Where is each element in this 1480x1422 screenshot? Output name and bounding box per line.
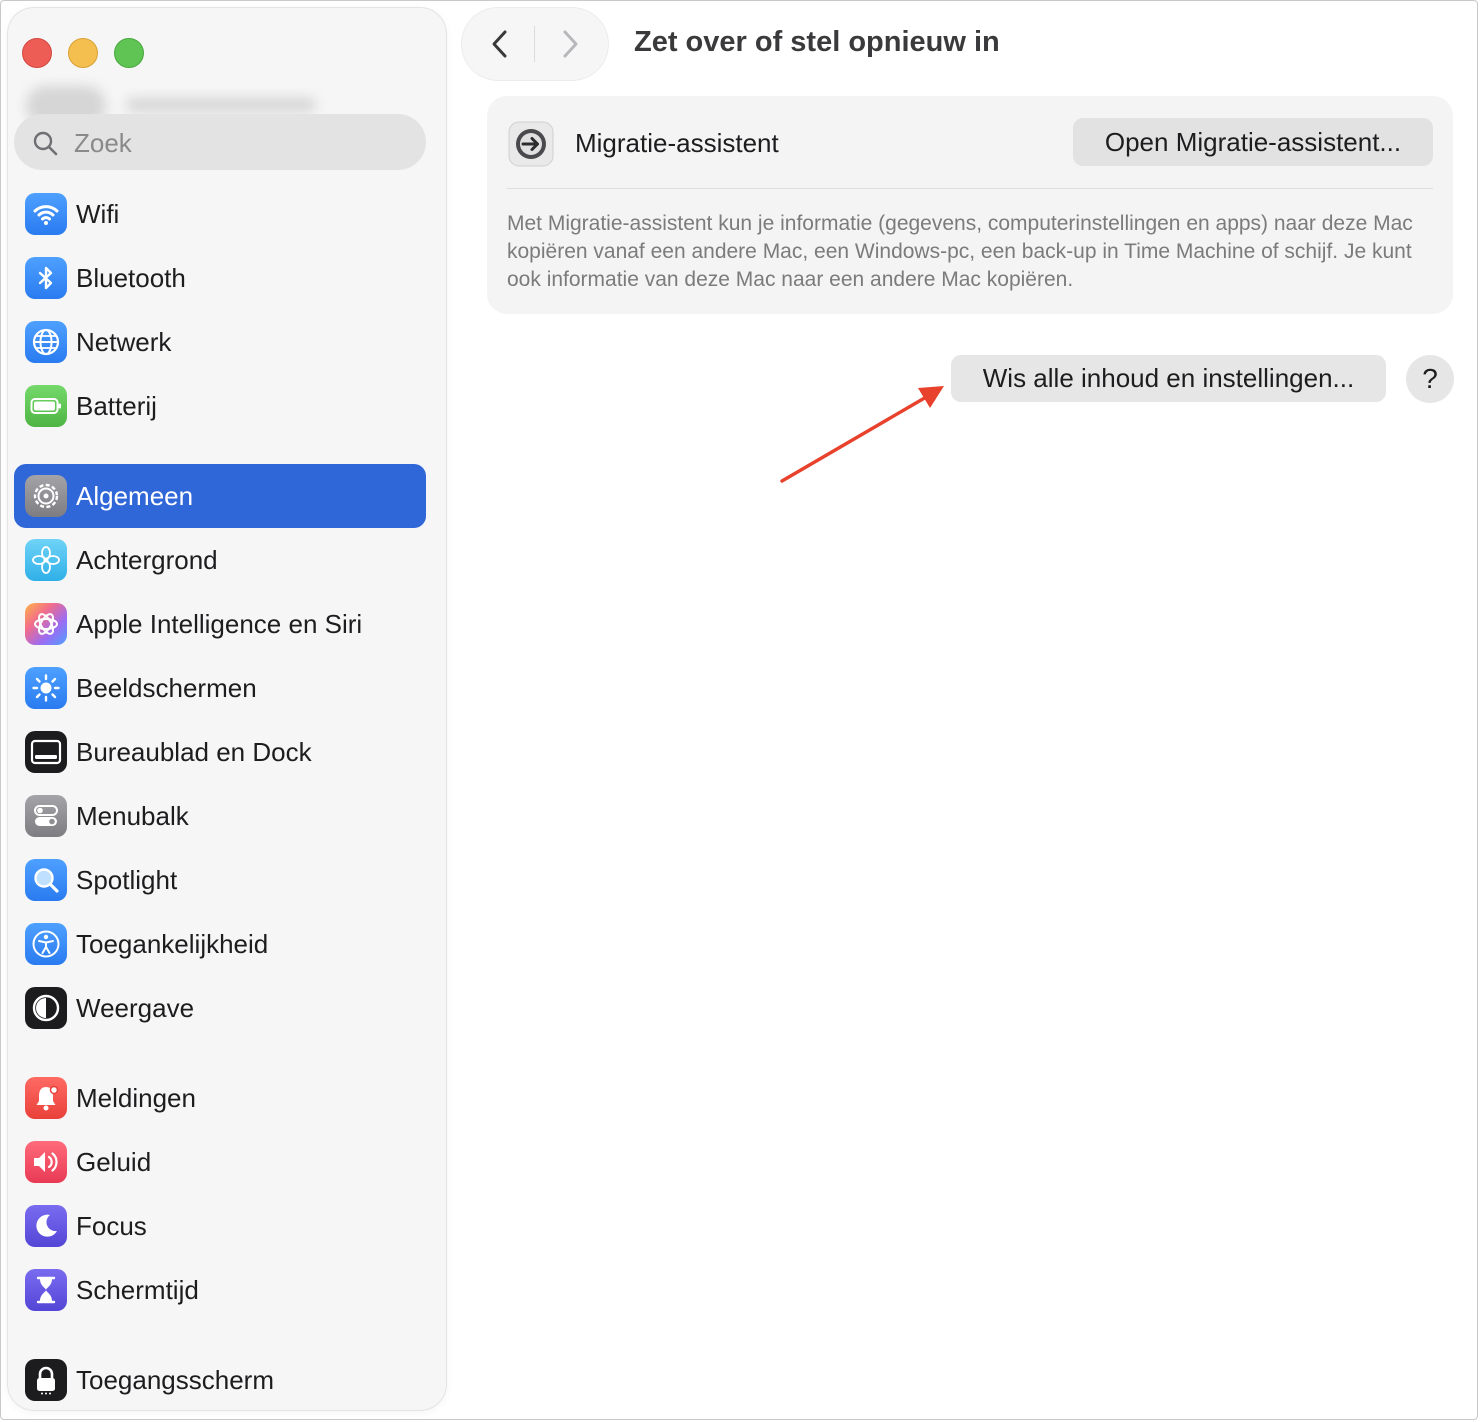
page-title: Zet over of stel opnieuw in: [634, 26, 1000, 58]
battery-icon: [25, 385, 67, 427]
sidebar-item-label: Schermtijd: [76, 1275, 199, 1305]
sidebar-item-beeldschermen[interactable]: Beeldschermen: [14, 656, 426, 720]
back-button[interactable]: [478, 22, 522, 66]
sidebar-item-netwerk[interactable]: Netwerk: [14, 310, 426, 374]
sidebar-item-label: Meldingen: [76, 1083, 196, 1113]
hourglass-icon: [25, 1269, 67, 1311]
search-input[interactable]: [72, 124, 416, 162]
history-navigation: [462, 8, 608, 80]
sidebar-item-apple-intelligence[interactable]: Apple Intelligence en Siri: [14, 592, 426, 656]
sidebar-item-label: Achtergrond: [76, 545, 218, 575]
accessibility-icon: [25, 923, 67, 965]
sidebar-item-label: Weergave: [76, 993, 195, 1023]
globe-icon: [25, 321, 67, 363]
sidebar-item-weergave[interactable]: Weergave: [14, 976, 426, 1040]
moon-icon: [25, 1205, 67, 1247]
sidebar-item-label: Focus: [76, 1211, 147, 1241]
sidebar-item-label: Beeldschermen: [76, 673, 257, 703]
sidebar-item-label: Batterij: [76, 391, 157, 421]
apple-intelligence-icon: [25, 603, 67, 645]
sidebar-item-menubalk[interactable]: Menubalk: [14, 784, 426, 848]
sidebar-item-algemeen[interactable]: Algemeen: [14, 464, 426, 528]
sidebar-item-geluid[interactable]: Geluid: [14, 1130, 426, 1194]
lock-icon: [25, 1359, 67, 1401]
sidebar-item-achtergrond[interactable]: Achtergrond: [14, 528, 426, 592]
sidebar-item-toegangsscherm[interactable]: Toegangsscherm: [14, 1348, 426, 1410]
sidebar-item-focus[interactable]: Focus: [14, 1194, 426, 1258]
appearance-icon: [25, 987, 67, 1029]
migration-card: Migratie-assistent Open Migratie-assiste…: [487, 96, 1453, 314]
sidebar-item-schermtijd[interactable]: Schermtijd: [14, 1258, 426, 1322]
divider: [507, 188, 1433, 189]
sidebar-item-label: Apple Intelligence en Siri: [76, 609, 363, 639]
sidebar-item-toegankelijkheid[interactable]: Toegankelijkheid: [14, 912, 426, 976]
sidebar-item-label: Bureaublad en Dock: [76, 737, 312, 767]
help-button[interactable]: ?: [1406, 355, 1454, 403]
sidebar-item-spotlight[interactable]: Spotlight: [14, 848, 426, 912]
sidebar-item-label: Geluid: [76, 1147, 152, 1177]
sidebar: Wifi Bluetooth Netwerk: [8, 8, 446, 1410]
menubar-icon: [25, 795, 67, 837]
magnifier-icon: [25, 859, 67, 901]
sidebar-item-batterij[interactable]: Batterij: [14, 374, 426, 438]
migration-assistant-icon: [508, 121, 554, 167]
annotation-arrow: [780, 386, 944, 483]
minimize-window-button[interactable]: [68, 38, 98, 68]
sidebar-item-label: Algemeen: [76, 481, 194, 511]
close-window-button[interactable]: [22, 38, 52, 68]
search-field[interactable]: [14, 114, 426, 170]
sidebar-item-label: Toegankelijkheid: [76, 929, 269, 959]
sun-icon: [25, 667, 67, 709]
speaker-icon: [25, 1141, 67, 1183]
erase-all-content-button[interactable]: Wis alle inhoud en instellingen...: [951, 355, 1386, 402]
maximize-window-button[interactable]: [114, 38, 144, 68]
sidebar-item-bureaublad-en-dock[interactable]: Bureaublad en Dock: [14, 720, 426, 784]
migration-title: Migratie-assistent: [575, 128, 779, 158]
forward-button[interactable]: [548, 22, 592, 66]
wifi-icon: [25, 193, 67, 235]
sidebar-item-bluetooth[interactable]: Bluetooth: [14, 246, 426, 310]
migration-description: Met Migratie-assistent kun je informatie…: [507, 212, 1413, 291]
sidebar-item-label: Netwerk: [76, 327, 172, 357]
sidebar-item-label: Menubalk: [76, 801, 189, 831]
search-icon: [33, 131, 58, 156]
sidebar-item-label: Toegangsscherm: [76, 1365, 274, 1395]
sidebar-item-label: Spotlight: [76, 865, 178, 895]
dock-icon: [25, 731, 67, 773]
gear-icon: [25, 475, 67, 517]
sidebar-item-label: Wifi: [76, 199, 120, 229]
sidebar-item-label: Bluetooth: [76, 263, 186, 293]
flower-icon: [25, 539, 67, 581]
bell-icon: [25, 1077, 67, 1119]
sidebar-item-meldingen[interactable]: Meldingen: [14, 1066, 426, 1130]
sidebar-item-wifi[interactable]: Wifi: [14, 182, 426, 246]
bluetooth-icon: [25, 257, 67, 299]
open-migration-assistant-button[interactable]: Open Migratie-assistent...: [1073, 118, 1433, 166]
divider: [534, 26, 535, 62]
